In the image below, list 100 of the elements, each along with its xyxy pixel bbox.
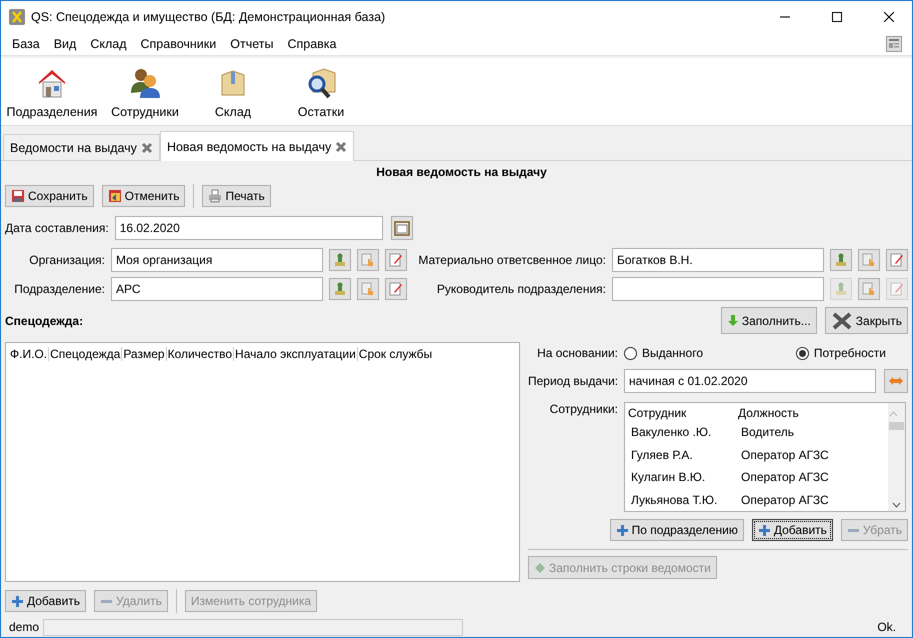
fill-button[interactable]: Заполнить... <box>720 307 817 334</box>
plus-icon <box>11 594 24 608</box>
status-user: demo <box>9 620 40 634</box>
column-header[interactable]: Сотрудник <box>627 406 737 420</box>
icon-button[interactable] <box>858 249 880 271</box>
icon-button[interactable] <box>329 278 351 300</box>
column-header[interactable]: Спецодежда <box>49 347 122 361</box>
list-button[interactable]: Добавить <box>752 519 833 541</box>
column-header[interactable]: Размер <box>122 347 167 361</box>
pencil-icon <box>389 253 403 267</box>
field-label: Материально ответсвенное лицо: <box>417 253 606 267</box>
app-logo-icon <box>9 8 25 24</box>
menu-item[interactable]: База <box>5 36 47 50</box>
double-arrow-icon <box>888 376 904 386</box>
plus-icon <box>616 524 629 536</box>
stamp-icon <box>834 253 848 267</box>
toolbar-button[interactable]: Сотрудники <box>103 67 187 119</box>
tab[interactable]: Ведомости на выдачу <box>3 134 160 160</box>
table-cell-text: Оператор АГЗС <box>740 492 830 507</box>
field-label: Сотрудники: <box>548 402 618 416</box>
stamp-icon <box>333 282 347 296</box>
table-cell-text: Лукьянова Т.Ю. <box>630 492 718 507</box>
table-cell-text: Гуляев Р.А. <box>630 448 694 462</box>
arrow-down-icon <box>726 314 739 327</box>
table-cell-text: Кулагин В.Ю. <box>630 470 706 484</box>
list-button[interactable]: По подразделению <box>610 519 744 541</box>
action-button[interactable]: Сохранить <box>5 185 94 207</box>
scrollbar[interactable] <box>888 403 905 511</box>
column-header[interactable]: Количество <box>166 347 234 361</box>
menu-item[interactable]: Справка <box>280 36 344 50</box>
action-button[interactable]: Отменить <box>102 185 186 207</box>
table-cell-text: Оператор АГЗС <box>740 470 830 484</box>
undo-icon <box>108 189 122 203</box>
scroll-up-icon[interactable] <box>889 411 898 417</box>
close-button[interactable]: Закрыть <box>824 307 908 334</box>
plus-icon <box>758 524 771 536</box>
document-title: Новая ведомость на выдачу <box>375 164 548 181</box>
hand-pointer-icon <box>361 253 375 267</box>
menu-item[interactable]: Вид <box>46 36 84 50</box>
field-label: Подразделение: <box>13 282 105 296</box>
people-icon <box>128 67 162 99</box>
calendar-icon <box>394 220 410 236</box>
action-button[interactable]: Печать <box>202 185 271 207</box>
toolbar-button[interactable]: Подразделения <box>5 67 99 119</box>
column-header[interactable]: Ф.И.О. <box>9 347 50 361</box>
icon-button[interactable] <box>329 249 351 271</box>
window-title: QS: Спецодежда и имущество (БД: Демонстрационная база) <box>31 10 386 24</box>
icon-button[interactable] <box>886 249 908 271</box>
column-header[interactable]: Срок службы <box>358 347 434 361</box>
field-label: Руководитель подразделения: <box>436 282 606 296</box>
text-field[interactable]: АРС <box>111 277 323 301</box>
radio-option[interactable]: Выданного <box>624 346 704 360</box>
icon-button[interactable] <box>830 249 852 271</box>
text-field[interactable] <box>612 277 824 301</box>
hand-pointer-icon <box>862 253 876 267</box>
field-label: Дата составления: <box>5 221 109 235</box>
radio-option[interactable]: Потребности <box>796 346 886 360</box>
toolbar-button[interactable]: Склад <box>191 67 275 119</box>
radio-button[interactable] <box>796 346 809 360</box>
text-field[interactable]: Богатков В.Н. <box>612 248 824 272</box>
field-label: Организация: <box>28 253 105 267</box>
icon-button[interactable] <box>858 278 880 300</box>
table-cell-text: Вакуленко .Ю. <box>630 424 712 439</box>
pencil-icon <box>890 282 904 296</box>
close-icon[interactable] <box>884 12 894 22</box>
text-field[interactable]: Моя организация <box>111 248 323 272</box>
period-button[interactable] <box>884 369 908 393</box>
field-label: На основании: <box>536 346 618 360</box>
radio-button[interactable] <box>624 346 637 360</box>
scroll-thumb[interactable] <box>889 422 904 430</box>
table-cell-text: Водитель <box>740 424 796 439</box>
diamond-arrow-icon <box>534 562 546 574</box>
column-header[interactable]: Начало эксплуатации <box>234 347 358 361</box>
column-header[interactable]: Должность <box>737 406 888 420</box>
menu-item[interactable]: Справочники <box>134 36 224 50</box>
calendar-button[interactable] <box>390 216 413 240</box>
stamp-icon <box>834 282 848 296</box>
scroll-down-icon[interactable] <box>892 502 901 508</box>
icon-button[interactable] <box>357 278 379 300</box>
menu-item[interactable]: Склад <box>83 36 134 50</box>
period-field[interactable]: начиная с 01.02.2020 <box>624 369 876 393</box>
icon-button[interactable] <box>385 278 407 300</box>
hand-pointer-icon <box>862 282 876 296</box>
pencil-icon <box>890 253 904 267</box>
field-label: Период выдачи: <box>528 374 618 388</box>
maximize-icon[interactable] <box>832 12 842 22</box>
toolbar-button[interactable]: Остатки <box>279 67 363 119</box>
close-icon <box>830 310 853 330</box>
icon-button[interactable] <box>357 249 379 271</box>
printer-icon <box>208 189 222 203</box>
menu-item[interactable]: Отчеты <box>223 36 280 50</box>
stamp-icon <box>333 253 347 267</box>
document-list-icon[interactable] <box>886 36 902 52</box>
status-message: Ok. <box>877 620 896 634</box>
icon-button[interactable] <box>385 249 407 271</box>
table-cell-text: Оператор АГЗС <box>740 448 830 462</box>
tab[interactable]: Новая ведомость на выдачу <box>160 131 354 161</box>
hand-pointer-icon <box>361 282 375 296</box>
table-action-button[interactable]: Добавить <box>5 590 86 612</box>
date-field[interactable]: 16.02.2020 <box>114 216 383 240</box>
